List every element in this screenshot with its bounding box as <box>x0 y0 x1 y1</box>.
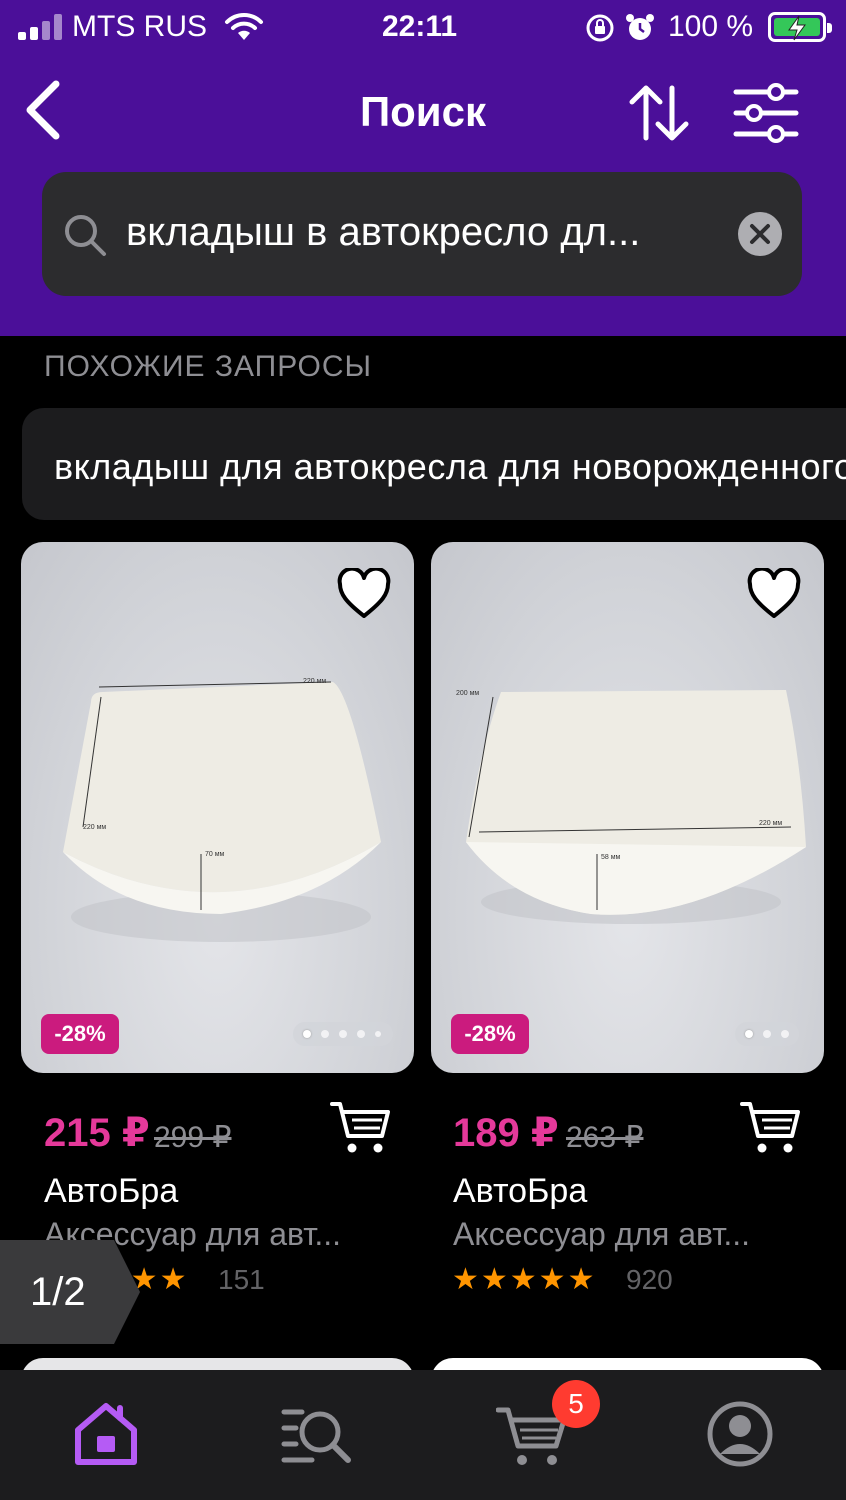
tab-bar <box>0 1370 846 1500</box>
product-brand: АвтоБра <box>453 1172 588 1210</box>
wifi-icon <box>225 12 263 40</box>
page-indicator-label: 1/2 <box>30 1270 86 1314</box>
carrier-label: MTS RUS <box>72 10 207 43</box>
product-old-price: 263 ₽ <box>566 1121 644 1154</box>
photo-pager-dots <box>293 1022 393 1046</box>
rating-count: 151 <box>218 1264 265 1295</box>
orientation-lock-icon <box>586 14 614 42</box>
discount-badge: -28% <box>451 1014 529 1054</box>
favorite-button[interactable] <box>746 566 802 620</box>
search-field[interactable]: вкладыш в автокресло дл... <box>42 172 802 296</box>
sliders-icon <box>733 83 799 143</box>
product-photo: 220 мм 220 мм 70 мм <box>63 678 381 942</box>
profile-icon <box>707 1401 773 1467</box>
product-price: 215 ₽ <box>44 1111 150 1155</box>
cart-icon <box>740 1102 800 1153</box>
image-label: 220 мм <box>759 820 782 827</box>
battery-percent: 100 % <box>668 10 754 43</box>
similar-query-chip[interactable]: вкладыш для автокресла для новорожденног… <box>22 408 846 520</box>
product-price: 189 ₽ <box>453 1111 559 1155</box>
product-name[interactable]: Аксессуар для авт... <box>453 1216 793 1253</box>
similar-query-label: вкладыш для автокресла для новорожденног… <box>54 446 846 487</box>
discount-badge: -28% <box>41 1014 119 1054</box>
heart-icon <box>337 566 391 618</box>
add-to-cart-button[interactable] <box>740 1100 802 1156</box>
sort-button[interactable] <box>626 82 694 144</box>
tab-profile[interactable] <box>704 1398 776 1470</box>
photo-pager-dots <box>735 1022 799 1046</box>
catalog-search-icon <box>281 1409 351 1463</box>
rating-count: 920 <box>626 1264 673 1295</box>
close-icon <box>750 224 770 244</box>
rating-stars: ★★★★★ <box>452 1263 597 1296</box>
similar-queries-title: ПОХОЖИЕ ЗАПРОСЫ <box>44 350 373 383</box>
image-label: 70 мм <box>205 851 225 858</box>
alarm-icon <box>626 14 654 40</box>
heart-icon <box>747 566 801 618</box>
image-label: 200 мм <box>456 690 479 697</box>
tab-home[interactable] <box>70 1398 142 1470</box>
search-input[interactable]: вкладыш в автокресло дл... <box>126 210 706 255</box>
clear-search-button[interactable] <box>738 212 782 256</box>
battery-icon <box>768 12 832 42</box>
page-title: Поиск <box>359 88 487 135</box>
status-bar: MTS RUS 22:11 100 % <box>0 0 846 58</box>
image-label: 58 мм <box>601 854 621 861</box>
sort-arrows-icon <box>629 85 689 141</box>
image-label: 220 мм <box>83 824 106 831</box>
signal-icon <box>18 14 62 40</box>
cart-icon <box>330 1102 390 1153</box>
product-photo: 200 мм 220 мм 58 мм <box>456 690 806 924</box>
add-to-cart-button[interactable] <box>330 1100 392 1156</box>
product-image[interactable]: 220 мм 220 мм 70 мм -28% <box>21 542 414 1073</box>
nav-bar: Поиск <box>0 64 846 160</box>
home-icon <box>75 1403 137 1465</box>
favorite-button[interactable] <box>336 566 392 620</box>
image-label: 220 мм <box>303 678 326 685</box>
cart-count-badge: 5 <box>552 1380 600 1428</box>
search-icon <box>65 215 106 256</box>
product-brand: АвтоБра <box>44 1172 179 1210</box>
clock: 22:11 <box>382 10 458 43</box>
product-image[interactable]: 200 мм 220 мм 58 мм -28% <box>431 542 824 1073</box>
page-indicator: 1/2 <box>0 1240 140 1344</box>
header: MTS RUS 22:11 100 % Поиск вкладыш в авто… <box>0 0 846 336</box>
product-old-price: 299 ₽ <box>154 1121 232 1154</box>
filter-button[interactable] <box>732 82 800 144</box>
tab-catalog[interactable] <box>280 1398 352 1470</box>
